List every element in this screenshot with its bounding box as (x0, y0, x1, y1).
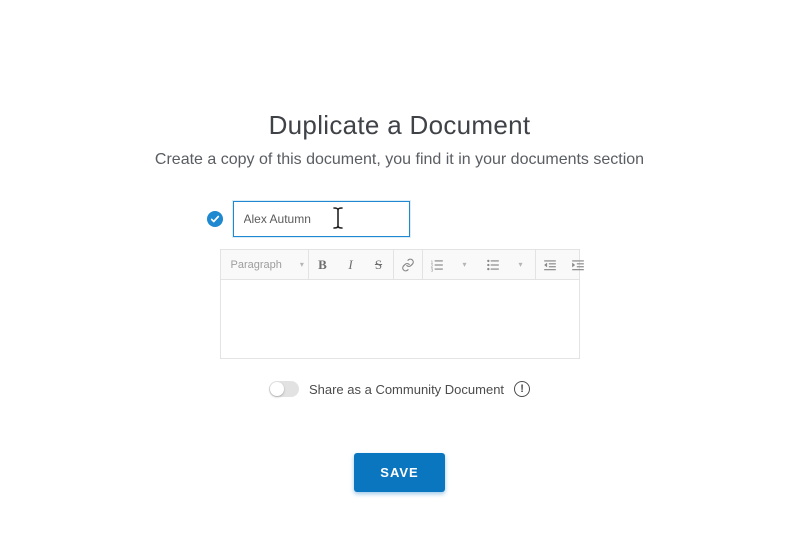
ordered-list-caret[interactable]: ▾ (451, 250, 479, 280)
svg-text:3: 3 (430, 267, 433, 272)
toolbar-group-indent (536, 250, 592, 279)
page-subtitle: Create a copy of this document, you find… (155, 151, 644, 169)
ordered-list-button[interactable]: 123 (423, 250, 451, 280)
chevron-down-icon: ▾ (462, 260, 466, 269)
share-label: Share as a Community Document (309, 382, 504, 397)
toggle-knob (270, 382, 284, 396)
unordered-list-caret[interactable]: ▾ (507, 250, 535, 280)
toolbar-group-format: B I S (309, 250, 394, 279)
share-row: Share as a Community Document ! (269, 381, 530, 397)
strikethrough-button[interactable]: S (365, 250, 393, 280)
editor-toolbar: Paragraph ▾ B I S 123 ▾ (221, 250, 579, 280)
page-title: Duplicate a Document (269, 110, 531, 141)
unordered-list-button[interactable] (479, 250, 507, 280)
chevron-down-icon: ▾ (300, 260, 304, 269)
save-button[interactable]: SAVE (354, 453, 444, 492)
toolbar-group-lists: 123 ▾ ▾ (423, 250, 536, 279)
share-toggle[interactable] (269, 381, 299, 397)
outdent-button[interactable] (536, 250, 564, 280)
rich-text-editor: Paragraph ▾ B I S 123 ▾ (220, 249, 580, 359)
document-title-input[interactable] (233, 201, 410, 237)
editor-body[interactable] (221, 280, 579, 358)
bold-button[interactable]: B (309, 250, 337, 280)
info-icon[interactable]: ! (514, 381, 530, 397)
chevron-down-icon: ▾ (518, 260, 522, 269)
link-button[interactable] (394, 250, 422, 280)
indent-button[interactable] (564, 250, 592, 280)
title-row (207, 201, 567, 237)
title-input-wrap (233, 201, 567, 237)
toolbar-group-link (394, 250, 423, 279)
italic-button[interactable]: I (337, 250, 365, 280)
page: Duplicate a Document Create a copy of th… (0, 0, 799, 492)
block-style-label: Paragraph (231, 259, 282, 271)
block-style-select[interactable]: Paragraph ▾ (221, 250, 309, 279)
duplicate-form: Paragraph ▾ B I S 123 ▾ (220, 201, 580, 492)
check-circle-icon (207, 211, 223, 227)
